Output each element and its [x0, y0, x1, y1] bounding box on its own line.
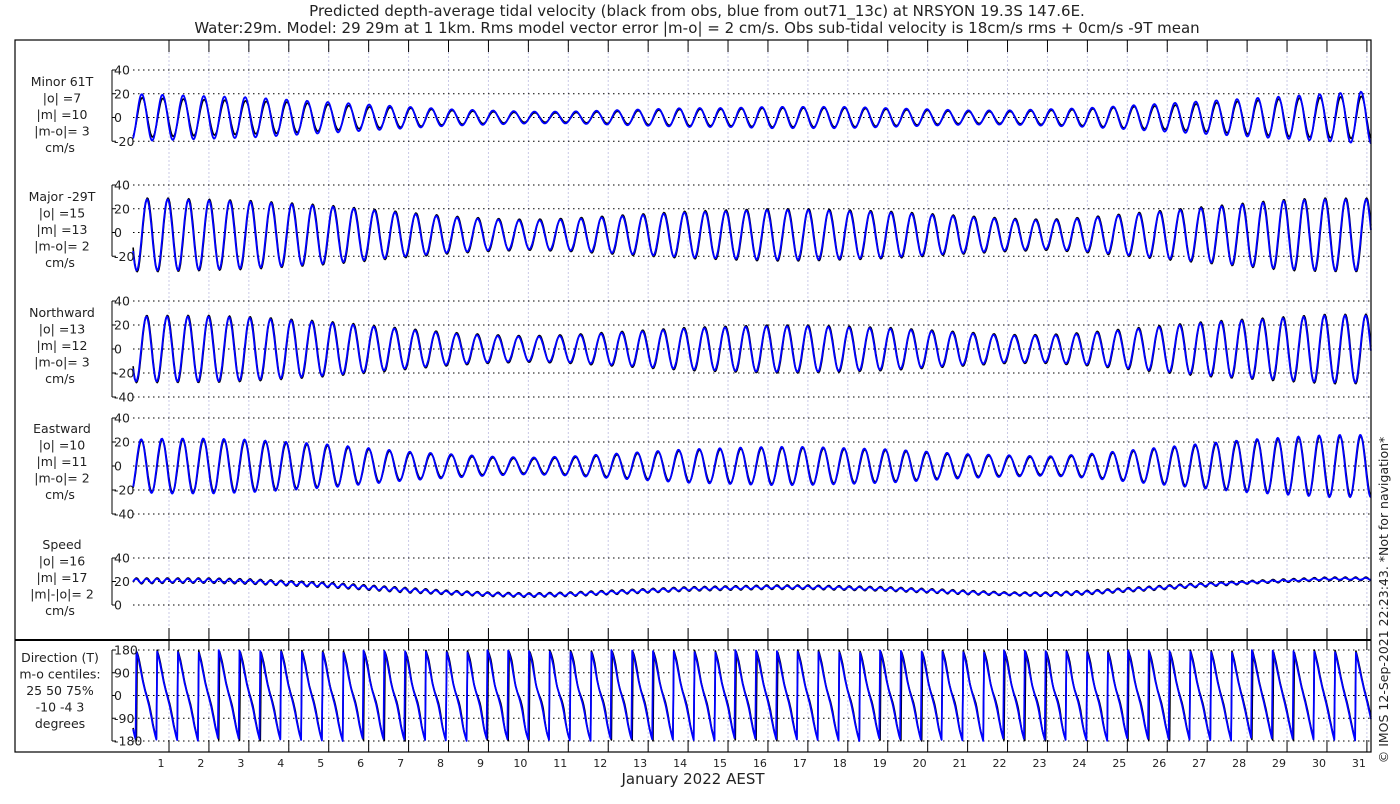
panel-label-major: |m| =13: [37, 222, 88, 237]
x-tick-label: 5: [317, 757, 324, 770]
panel-label-east: |o| =10: [39, 438, 85, 453]
panel-label-speed: cm/s: [45, 603, 75, 618]
y-tick-label: -90: [114, 711, 134, 726]
panel-label-north: |m-o|= 3: [34, 355, 89, 370]
x-tick-label: 25: [1112, 757, 1126, 770]
y-tick-label: -20: [114, 483, 134, 498]
panel-label-direction: degrees: [35, 716, 85, 731]
panel-label-direction: Direction (T): [21, 650, 99, 665]
y-tick-label: 0: [114, 225, 122, 240]
x-tick-label: 8: [437, 757, 444, 770]
series-layer: [132, 90, 1372, 742]
x-tick-label: 24: [1072, 757, 1086, 770]
panel-label-direction: 25 50 75%: [26, 683, 94, 698]
x-tick-label: 21: [953, 757, 967, 770]
x-tick-label: 15: [713, 757, 727, 770]
x-tick-label: 13: [633, 757, 647, 770]
y-tick-label: 20: [114, 86, 130, 101]
y-tick-label: 0: [114, 459, 122, 474]
panel-label-direction: m-o centiles:: [19, 667, 100, 682]
panel-label-minor: |m| =10: [37, 107, 88, 122]
y-tick-label: -180: [114, 734, 142, 749]
x-tick-label: 18: [833, 757, 847, 770]
panel-label-speed: Speed: [42, 537, 81, 552]
panel-label-major: Major -29T: [29, 189, 96, 204]
panel-label-east: |m-o|= 2: [34, 471, 89, 486]
panel-label-major: |m-o|= 2: [34, 239, 89, 254]
x-tick-label: 28: [1232, 757, 1246, 770]
y-tick-label: 180: [114, 643, 138, 658]
y-tick-label: -40: [114, 507, 134, 522]
grid-layer: [133, 40, 1371, 752]
y-tick-label: 40: [114, 178, 130, 193]
x-tick-label: 23: [1032, 757, 1046, 770]
x-tick-label: 11: [553, 757, 567, 770]
panel-label-north: |o| =13: [39, 322, 85, 337]
x-tick-label: 14: [673, 757, 687, 770]
y-tick-label: 0: [114, 342, 122, 357]
major-model-line: [132, 198, 1372, 272]
y-tick-label: 20: [114, 201, 130, 216]
panel-label-east: |m| =11: [37, 454, 88, 469]
x-tick-label: 30: [1312, 757, 1326, 770]
x-tick-label: 2: [197, 757, 204, 770]
x-tick-label: 19: [873, 757, 887, 770]
y-tick-label: 90: [114, 665, 130, 680]
y-tick-label: 0: [114, 110, 122, 125]
x-tick-label: 3: [237, 757, 244, 770]
x-tick-label: 26: [1152, 757, 1166, 770]
y-tick-label: 20: [114, 574, 130, 589]
y-tick-label: -20: [114, 249, 134, 264]
y-tick-label: 40: [114, 63, 130, 78]
x-tick-label: 7: [397, 757, 404, 770]
x-tick-label: 17: [793, 757, 807, 770]
panel-label-minor: |m-o|= 3: [34, 124, 89, 139]
y-tick-label: -20: [114, 366, 134, 381]
y-tick-label: 40: [114, 411, 130, 426]
x-axis-label: January 2022 AEST: [621, 770, 766, 788]
x-tick-label: 31: [1352, 757, 1366, 770]
chart-title-line2: Water:29m. Model: 29 29m at 1 1km. Rms m…: [194, 19, 1199, 37]
x-tick-label: 6: [357, 757, 364, 770]
x-tick-label: 22: [993, 757, 1007, 770]
panel-label-speed: |o| =16: [39, 554, 85, 569]
y-tick-label: -40: [114, 390, 134, 405]
x-tick-label: 16: [753, 757, 767, 770]
panel-label-east: Eastward: [33, 421, 91, 436]
panel-label-speed: |m| =17: [37, 570, 88, 585]
panel-label-minor: cm/s: [45, 140, 75, 155]
panel-label-north: cm/s: [45, 371, 75, 386]
x-tick-label: 4: [277, 757, 284, 770]
panel-label-major: cm/s: [45, 255, 75, 270]
tidal-velocity-chart: Predicted depth-average tidal velocity (…: [14, 2, 1391, 788]
panel-label-north: Northward: [29, 305, 95, 320]
x-tick-label: 27: [1192, 757, 1206, 770]
x-tick-label: 10: [513, 757, 527, 770]
y-tick-label: 40: [114, 551, 130, 566]
panel-label-major: |o| =15: [39, 206, 85, 221]
panel-label-east: cm/s: [45, 487, 75, 502]
copyright-text: © IMOS 12-Sep-2021 22:23:43. *Not for na…: [1376, 437, 1391, 764]
x-tick-label: 1: [158, 757, 165, 770]
y-tick-label: 20: [114, 318, 130, 333]
y-tick-label: 20: [114, 435, 130, 450]
x-tick-label: 29: [1272, 757, 1286, 770]
x-tick-label: 12: [593, 757, 607, 770]
panel-label-minor: Minor 61T: [31, 74, 94, 89]
y-tick-label: 40: [114, 294, 130, 309]
panel-label-north: |m| =12: [37, 338, 88, 353]
y-tick-label: 0: [114, 598, 122, 613]
y-tick-label: 0: [114, 688, 122, 703]
panel-label-direction: -10 -4 3: [36, 700, 85, 715]
y-tick-label: -20: [114, 134, 134, 149]
panel-label-speed: |m|-|o|= 2: [30, 587, 94, 602]
panel-label-minor: |o| =7: [43, 91, 81, 106]
x-tick-label: 20: [913, 757, 927, 770]
x-tick-label: 9: [477, 757, 484, 770]
